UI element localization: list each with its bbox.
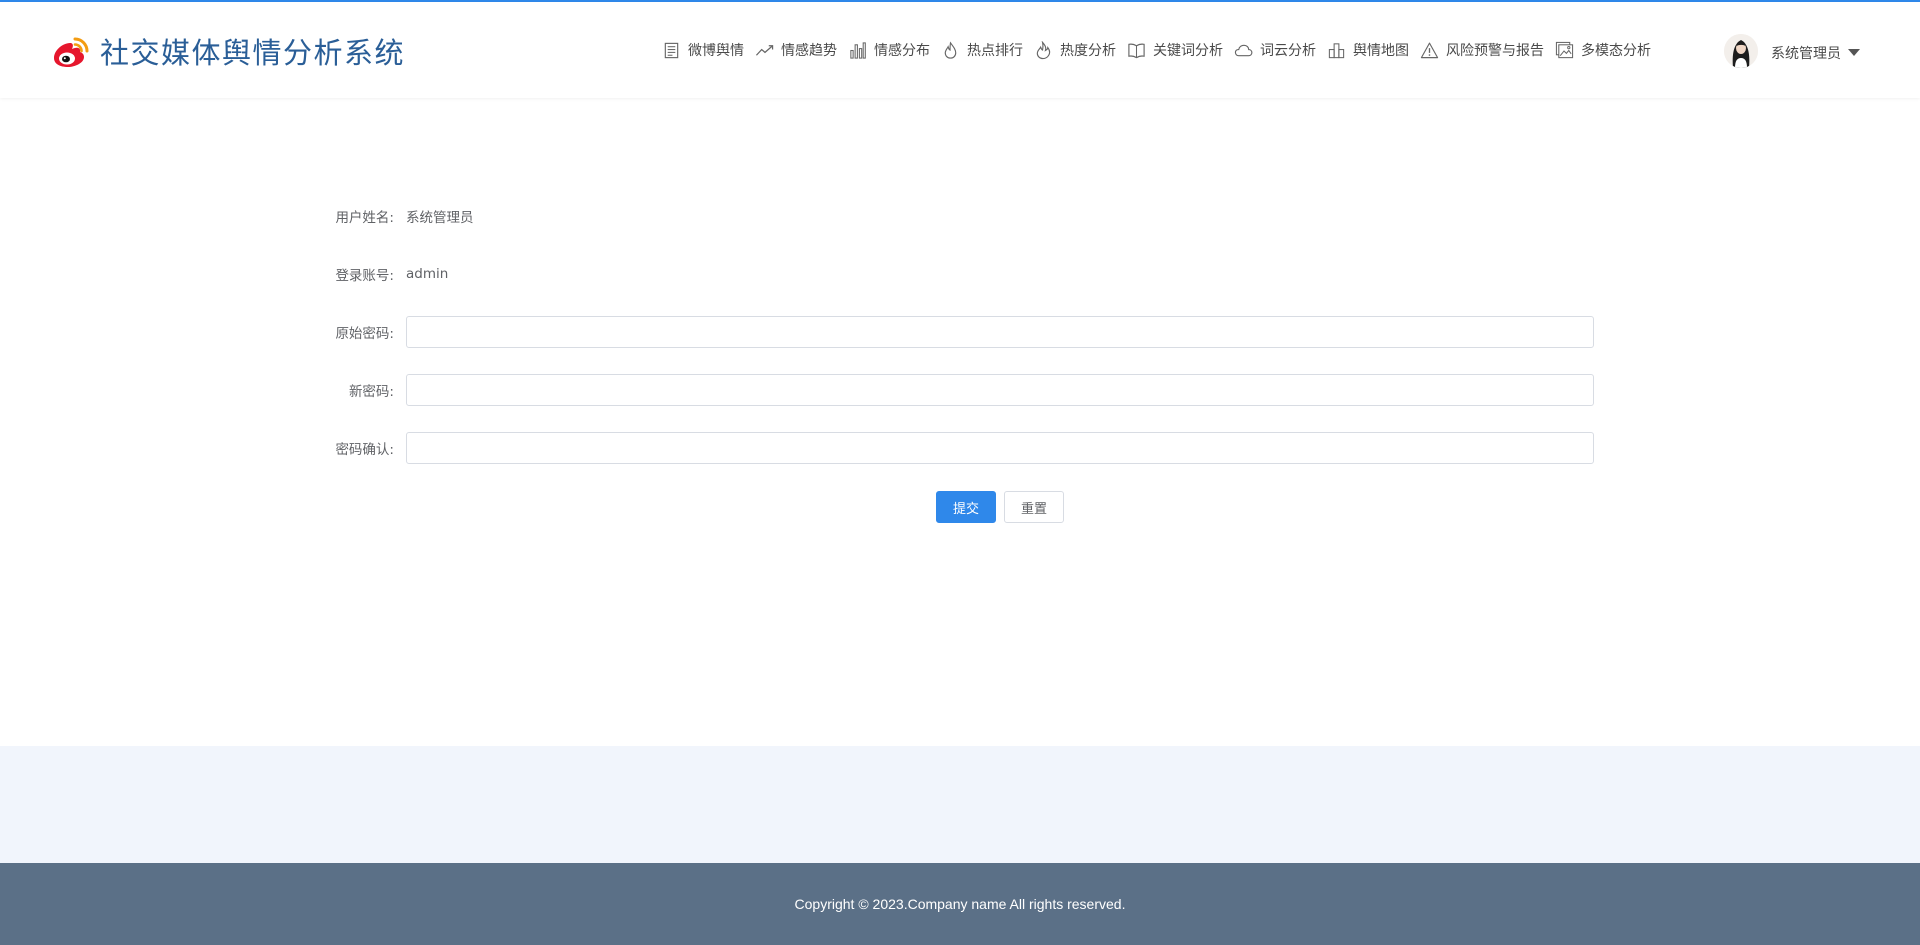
new-password-label: 新密码: (348, 384, 394, 400)
copyright-text: Copyright © 2023.Company name All rights… (794, 896, 1126, 912)
new-password-row: 新密码: (330, 374, 1595, 406)
nav-label: 热度分析 (1060, 43, 1116, 59)
form-actions: 提交 重置 (936, 491, 1064, 523)
app-title: 社交媒体舆情分析系统 (100, 36, 406, 70)
app-header: 社交媒体舆情分析系统 微博舆情 情感趋势 情感分布 热点排行 热度分析 关键词分… (0, 2, 1920, 98)
content-bottom-band (0, 746, 1920, 863)
old-password-label: 原始密码: (335, 326, 394, 342)
nav-label: 词云分析 (1260, 43, 1316, 59)
user-menu[interactable]: 系统管理员 (1724, 34, 1860, 68)
user-name: 系统管理员 (1771, 46, 1841, 62)
open-book-icon (1127, 41, 1146, 60)
nav-label: 多模态分析 (1581, 43, 1651, 59)
reset-button[interactable]: 重置 (1004, 491, 1064, 523)
nav-item-sentiment-map[interactable]: 舆情地图 (1327, 40, 1409, 60)
account-row: 登录账号: admin (330, 258, 1595, 290)
caret-down-icon (1848, 48, 1860, 56)
warning-triangle-icon (1420, 41, 1439, 60)
nav-label: 热点排行 (967, 43, 1023, 59)
username-value: 系统管理员 (406, 210, 474, 226)
old-password-row: 原始密码: (330, 316, 1595, 348)
nav-item-keyword-analysis[interactable]: 关键词分析 (1127, 40, 1223, 60)
nav-item-hot-ranking[interactable]: 热点排行 (941, 40, 1023, 60)
old-password-input[interactable] (406, 316, 1594, 348)
fire-icon (1034, 40, 1053, 60)
confirm-password-row: 密码确认: (330, 432, 1595, 464)
username-label: 用户姓名: (335, 210, 394, 226)
brand[interactable]: 社交媒体舆情分析系统 (49, 30, 405, 72)
main-nav: 微博舆情 情感趋势 情感分布 热点排行 热度分析 关键词分析 词云分析 舆情地图… (662, 36, 1662, 64)
user-avatar[interactable] (1724, 34, 1758, 68)
submit-button[interactable]: 提交 (936, 491, 996, 523)
weibo-logo-icon (49, 33, 91, 69)
bar-chart-icon (848, 41, 867, 60)
flame-icon (941, 41, 960, 60)
new-password-input[interactable] (406, 374, 1594, 406)
account-label: 登录账号: (335, 268, 394, 284)
nav-item-word-cloud[interactable]: 词云分析 (1234, 40, 1316, 60)
document-list-icon (662, 41, 681, 60)
page-footer: Copyright © 2023.Company name All rights… (0, 863, 1920, 945)
nav-item-sentiment-trend[interactable]: 情感趋势 (755, 40, 837, 60)
nav-item-multimodal-analysis[interactable]: 多模态分析 (1555, 40, 1651, 60)
nav-label: 风险预警与报告 (1446, 43, 1544, 59)
nav-item-heat-analysis[interactable]: 热度分析 (1034, 40, 1116, 60)
nav-label: 微博舆情 (688, 43, 744, 59)
confirm-password-label: 密码确认: (335, 442, 394, 458)
nav-label: 舆情地图 (1353, 43, 1409, 59)
image-gallery-icon (1555, 41, 1574, 60)
account-value: admin (406, 266, 449, 282)
nav-label: 情感分布 (874, 43, 930, 59)
buildings-icon (1327, 41, 1346, 60)
cloud-icon (1234, 41, 1253, 60)
nav-label: 关键词分析 (1153, 43, 1223, 59)
nav-item-weibo-sentiment[interactable]: 微博舆情 (662, 40, 744, 60)
confirm-password-input[interactable] (406, 432, 1594, 464)
trend-line-icon (755, 41, 774, 60)
nav-label: 情感趋势 (781, 43, 837, 59)
nav-item-risk-warning-report[interactable]: 风险预警与报告 (1420, 40, 1544, 60)
nav-item-sentiment-distribution[interactable]: 情感分布 (848, 40, 930, 60)
username-row: 用户姓名: 系统管理员 (330, 200, 1595, 232)
